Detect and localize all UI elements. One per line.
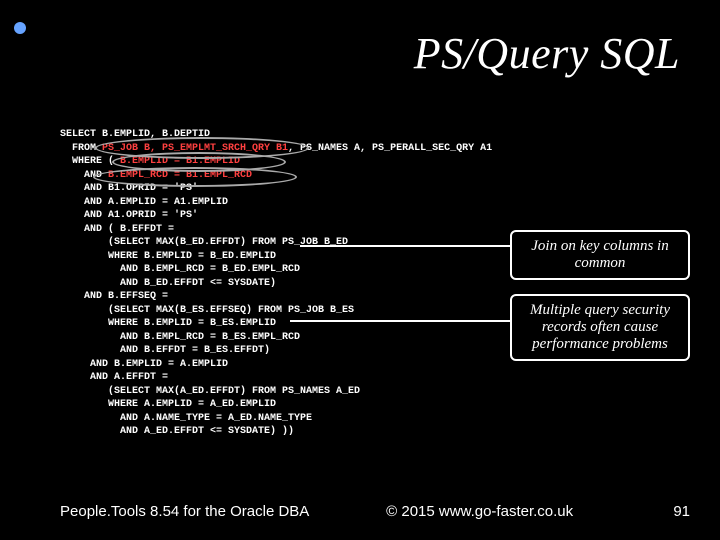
code-line: AND B_ED.EFFDT <= SYSDATE) xyxy=(60,278,276,289)
code-line: WHERE B.EMPLID = B_ED.EMPLID xyxy=(60,251,276,262)
code-line: (SELECT MAX(B_ED.EFFDT) FROM PS_JOB B_ED xyxy=(60,237,348,248)
footer: People.Tools 8.54 for the Oracle DBA © 2… xyxy=(60,503,690,520)
code-line: AND A.EMPLID = A1.EMPLID xyxy=(60,197,228,208)
footer-mid: © 2015 www.go-faster.co.uk xyxy=(309,503,650,520)
code-line: (SELECT MAX(A_ED.EFFDT) FROM PS_NAMES A_… xyxy=(60,386,360,397)
code-highlight: PS_JOB B, PS_EMPLMT_SRCH_QRY B1 xyxy=(102,143,288,154)
code-line: AND B.EFFSEQ = xyxy=(60,291,168,302)
code-line: AND xyxy=(60,170,108,181)
callout-join-keys: Join on key columns in common xyxy=(510,230,690,280)
footer-page: 91 xyxy=(650,503,690,520)
code-line: AND B.EFFDT = B_ES.EFFDT) xyxy=(60,345,270,356)
code-highlight: B.EMPLID = B1.EMPLID xyxy=(120,156,240,167)
code-line: AND B.EMPL_RCD = B_ES.EMPL_RCD xyxy=(60,332,300,343)
code-line: AND A.NAME_TYPE = A_ED.NAME_TYPE xyxy=(60,413,312,424)
code-line: AND A.EFFDT = xyxy=(60,372,168,383)
code-line: AND ( B.EFFDT = xyxy=(60,224,174,235)
callout-performance: Multiple query security records often ca… xyxy=(510,294,690,361)
code-line: WHERE B.EMPLID = B_ES.EMPLID xyxy=(60,318,276,329)
code-line: AND B.EMPL_RCD = B_ED.EMPL_RCD xyxy=(60,264,300,275)
slide-title: PS/Query SQL xyxy=(414,28,680,79)
code-line: AND B.EMPLID = A.EMPLID xyxy=(60,359,228,370)
callouts: Join on key columns in common Multiple q… xyxy=(510,230,690,375)
footer-left: People.Tools 8.54 for the Oracle DBA xyxy=(60,503,309,520)
code-highlight: B.EMPL_RCD = B1.EMPL_RCD xyxy=(108,170,252,181)
code-line: AND A_ED.EFFDT <= SYSDATE) )) xyxy=(60,426,294,437)
code-line: , PS_NAMES A, PS_PERALL_SEC_QRY A1 xyxy=(288,143,492,154)
code-line: WHERE A.EMPLID = A_ED.EMPLID xyxy=(60,399,276,410)
code-line: WHERE ( xyxy=(60,156,120,167)
code-line: FROM xyxy=(60,143,102,154)
code-line: AND A1.OPRID = 'PS' xyxy=(60,210,198,221)
code-line: (SELECT MAX(B_ES.EFFSEQ) FROM PS_JOB B_E… xyxy=(60,305,354,316)
sql-code-block: SELECT B.EMPLID, B.DEPTID FROM PS_JOB B,… xyxy=(60,128,580,439)
code-line: SELECT B.EMPLID, B.DEPTID xyxy=(60,129,210,140)
code-line: AND B1.OPRID = 'PS' xyxy=(60,183,198,194)
bullet-dot xyxy=(14,22,26,34)
